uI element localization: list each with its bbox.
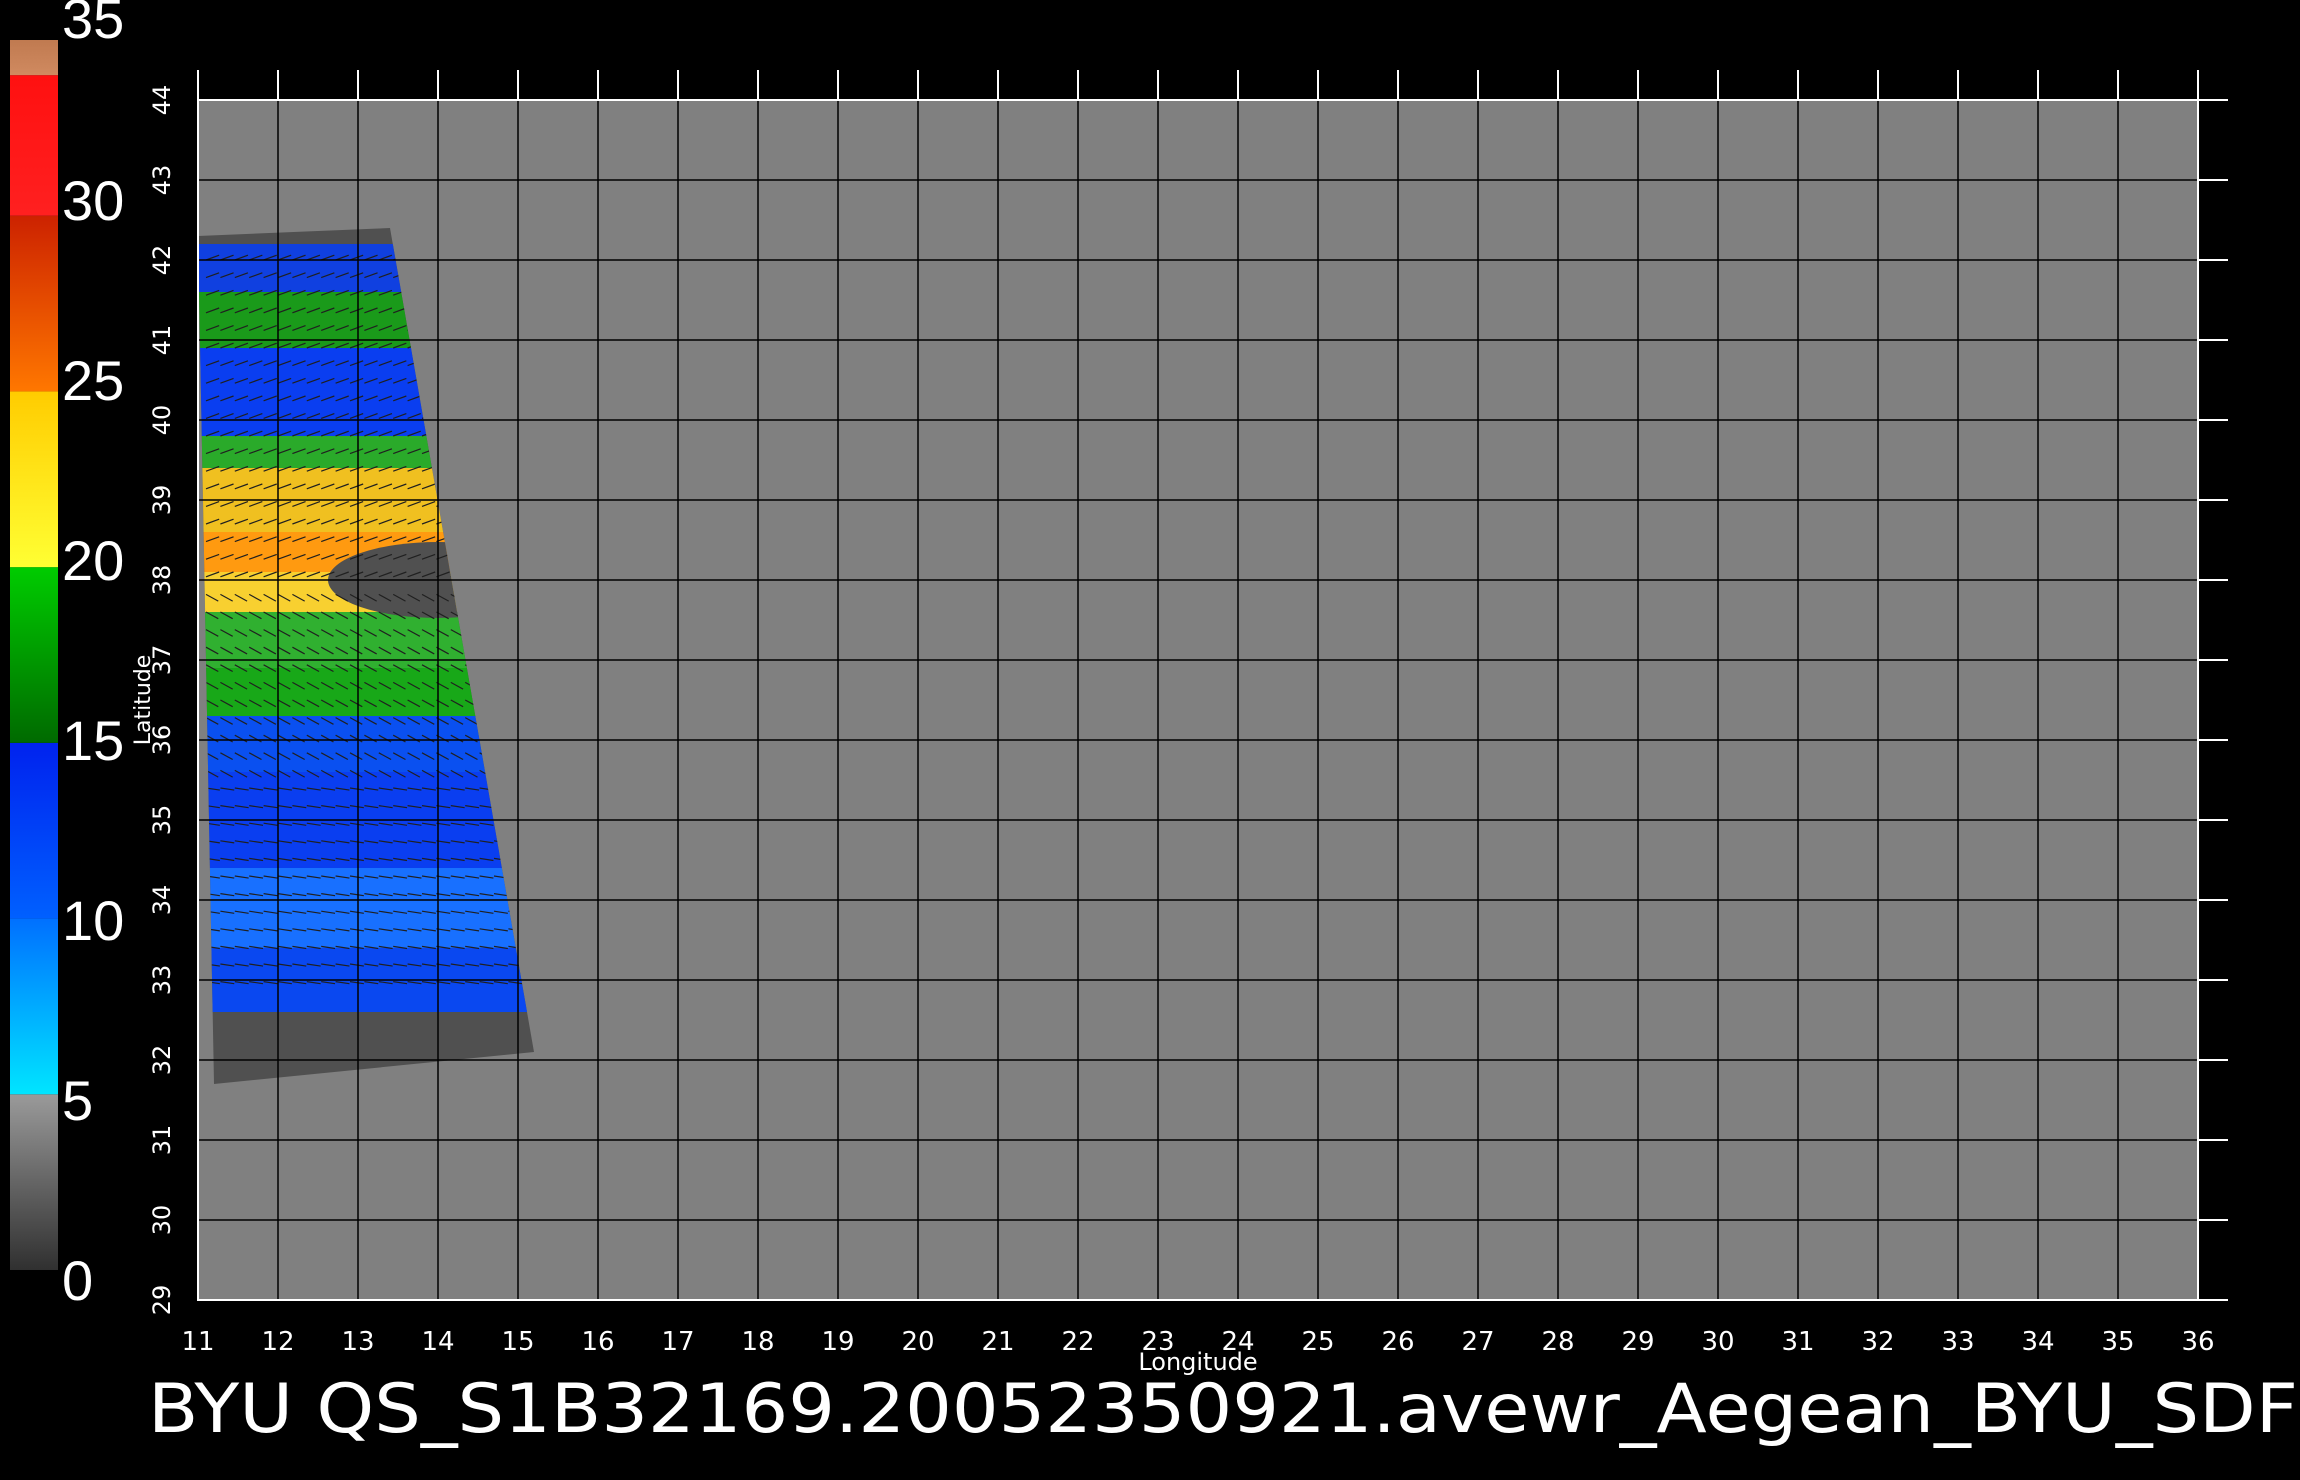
longitude-label: 31 bbox=[1781, 1327, 1814, 1357]
longitude-label: 22 bbox=[1061, 1327, 1094, 1357]
longitude-label: 35 bbox=[2101, 1327, 2134, 1357]
colorbar-segment bbox=[10, 75, 58, 216]
colorbar bbox=[10, 40, 58, 1270]
longitude-label: 34 bbox=[2021, 1327, 2054, 1357]
colorbar-segment bbox=[10, 215, 58, 392]
longitude-label: 26 bbox=[1381, 1327, 1414, 1357]
colorbar-label: 0 bbox=[62, 1249, 93, 1312]
latitude-label: 35 bbox=[148, 805, 176, 836]
colorbar-segment bbox=[10, 567, 58, 743]
latitude-label: 33 bbox=[148, 965, 176, 996]
longitude-label: 28 bbox=[1541, 1327, 1574, 1357]
longitude-label: 19 bbox=[821, 1327, 854, 1357]
longitude-label: 18 bbox=[741, 1327, 774, 1357]
colorbar-label: 30 bbox=[62, 169, 124, 232]
colorbar-segment bbox=[10, 742, 58, 919]
longitude-label: 27 bbox=[1461, 1327, 1494, 1357]
longitude-label: 17 bbox=[661, 1327, 694, 1357]
latitude-label: 29 bbox=[148, 1285, 176, 1316]
longitude-label: 12 bbox=[261, 1327, 294, 1357]
y-axis-label: Latitude bbox=[131, 655, 156, 746]
latitude-label: 30 bbox=[148, 1205, 176, 1236]
wind-speed-band bbox=[198, 868, 534, 948]
longitude-label: 32 bbox=[1861, 1327, 1894, 1357]
colorbar-segment bbox=[10, 40, 58, 76]
colorbar-label: 20 bbox=[62, 529, 124, 592]
longitude-label: 36 bbox=[2181, 1327, 2214, 1357]
colorbar-segment bbox=[10, 1094, 58, 1270]
colorbar-label: 35 bbox=[62, 0, 124, 50]
colorbar-label: 10 bbox=[62, 889, 124, 952]
longitude-label: 15 bbox=[501, 1327, 534, 1357]
colorbar-segment bbox=[10, 391, 58, 568]
longitude-label: 14 bbox=[421, 1327, 454, 1357]
latitude-label: 39 bbox=[148, 485, 176, 516]
latitude-label: 38 bbox=[148, 565, 176, 596]
latitude-label: 32 bbox=[148, 1045, 176, 1076]
latitude-label: 43 bbox=[148, 165, 176, 196]
longitude-label: 13 bbox=[341, 1327, 374, 1357]
latitude-label: 44 bbox=[148, 85, 176, 116]
longitude-label: 16 bbox=[581, 1327, 614, 1357]
colorbar-segment bbox=[10, 918, 58, 1095]
map-plot-area bbox=[198, 100, 2198, 1300]
longitude-label: 21 bbox=[981, 1327, 1014, 1357]
latitude-label: 34 bbox=[148, 885, 176, 916]
latitude-label: 31 bbox=[148, 1125, 176, 1156]
longitude-label: 29 bbox=[1621, 1327, 1654, 1357]
longitude-label: 30 bbox=[1701, 1327, 1734, 1357]
latitude-label: 42 bbox=[148, 245, 176, 276]
colorbar-labels: 35 30 25 20 15 10 5 0 bbox=[62, 0, 124, 1312]
longitude-label: 33 bbox=[1941, 1327, 1974, 1357]
longitude-label: 11 bbox=[181, 1327, 214, 1357]
wind-map-figure: 35 30 25 20 15 10 5 0 11 12 13 14 15 16 17 18 19… bbox=[10, 0, 2298, 1449]
latitude-label: 40 bbox=[148, 405, 176, 436]
longitude-label: 20 bbox=[901, 1327, 934, 1357]
colorbar-label: 5 bbox=[62, 1069, 93, 1132]
figure-title: BYU QS_S1B32169.20052350921.avewr_Aegean… bbox=[148, 1370, 2298, 1449]
longitude-label: 25 bbox=[1301, 1327, 1334, 1357]
latitude-label: 41 bbox=[148, 325, 176, 356]
colorbar-label: 15 bbox=[62, 709, 124, 772]
colorbar-label: 25 bbox=[62, 349, 124, 412]
